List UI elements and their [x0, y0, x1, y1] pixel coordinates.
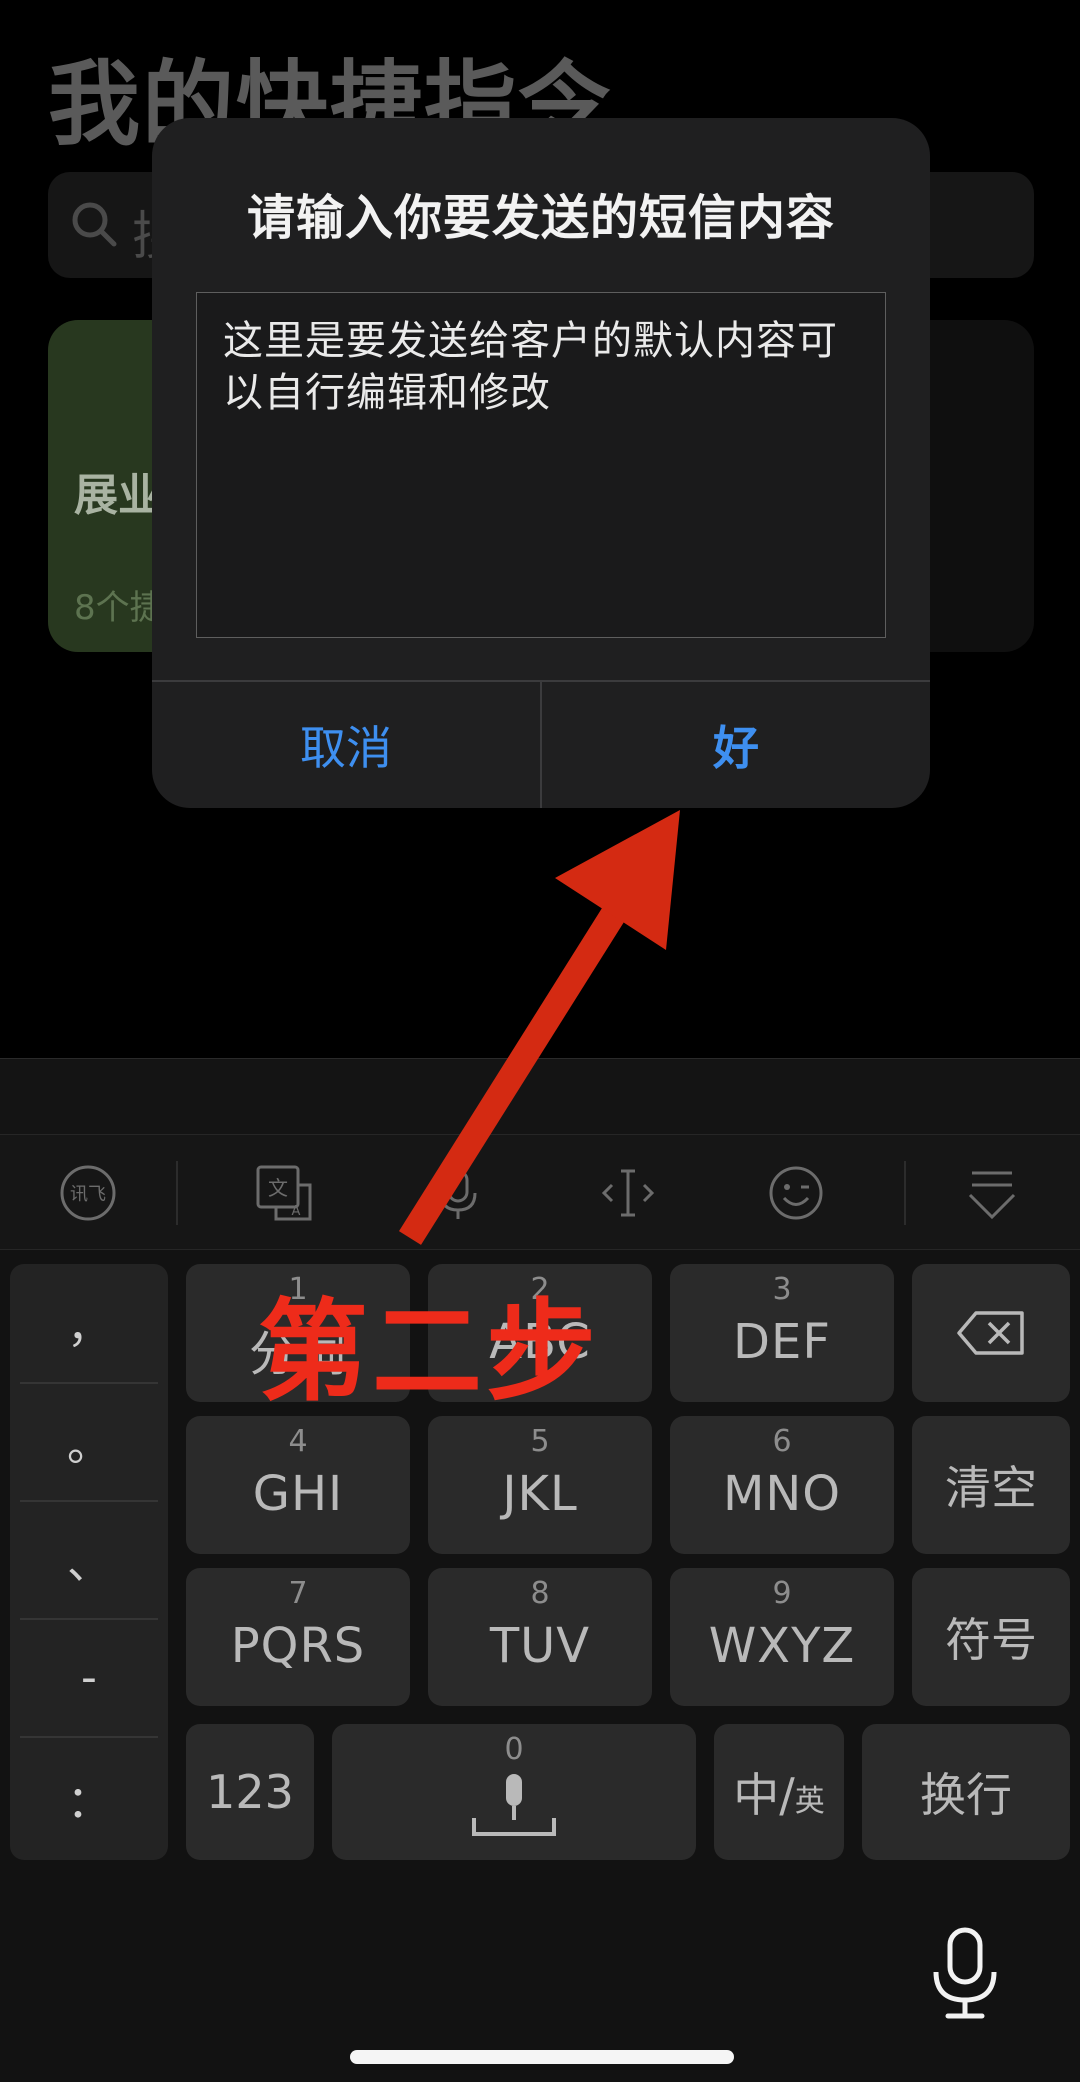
language-switch-key[interactable]: 中/英	[714, 1724, 844, 1860]
cancel-button[interactable]: 取消	[152, 681, 540, 808]
svg-text:A: A	[292, 1204, 301, 1219]
return-key-label: 换行	[920, 1768, 1012, 1822]
key-5[interactable]: 5 JKL	[428, 1416, 652, 1554]
key-number: 4	[288, 1424, 308, 1459]
return-key[interactable]: 换行	[862, 1724, 1070, 1860]
key-4[interactable]: 4 GHI	[186, 1416, 410, 1554]
language-switch-label: 中/英	[714, 1724, 844, 1860]
key-number: 5	[530, 1424, 550, 1459]
key-letters: DEF	[733, 1314, 831, 1370]
key-letters: JKL	[502, 1466, 578, 1522]
emoji-icon[interactable]	[766, 1163, 826, 1223]
svg-text:文: 文	[268, 1176, 288, 1200]
ok-button[interactable]: 好	[542, 681, 930, 808]
handwriting-icon[interactable]: 讯飞	[58, 1163, 118, 1223]
key-letters: PQRS	[230, 1618, 366, 1674]
punct-dash-key[interactable]: -	[10, 1618, 168, 1736]
key-number: 7	[288, 1576, 308, 1611]
cursor-move-icon[interactable]	[598, 1163, 658, 1223]
toolbar-separator	[176, 1161, 178, 1225]
space-key[interactable]: 0	[332, 1724, 696, 1860]
key-9[interactable]: 9 WXYZ	[670, 1568, 894, 1706]
shortcut-card-count: 8个捷	[74, 588, 164, 628]
key-number: 6	[772, 1424, 792, 1459]
numbers-key[interactable]: 123	[186, 1724, 314, 1860]
key-3[interactable]: 3 DEF	[670, 1264, 894, 1402]
punct-pause-key[interactable]: 、	[10, 1500, 168, 1618]
dialog-title: 请输入你要发送的短信内容	[246, 190, 835, 246]
microphone-icon[interactable]	[930, 1926, 1000, 2022]
punct-comma-key[interactable]: ，	[10, 1264, 168, 1382]
language-main: 中/	[733, 1768, 795, 1822]
key-letters: GHI	[252, 1466, 344, 1522]
symbols-key-label: 符号	[945, 1613, 1037, 1667]
step-annotation-label: 第二步	[258, 1288, 600, 1416]
language-sub: 英	[794, 1784, 825, 1819]
punct-colon-key[interactable]: ：	[10, 1736, 168, 1860]
search-icon	[72, 202, 117, 247]
key-letters: MNO	[722, 1466, 842, 1522]
voice-icon[interactable]	[428, 1163, 488, 1223]
translate-icon[interactable]: 文 A	[254, 1163, 314, 1223]
key-number: 3	[772, 1272, 792, 1307]
input-alert-dialog: 请输入你要发送的短信内容 这里是要发送给客户的默认内容可以自行编辑和修改 取消 …	[152, 118, 930, 808]
symbols-key[interactable]: 符号	[912, 1568, 1070, 1706]
key-letters: TUV	[489, 1618, 591, 1674]
message-textarea[interactable]: 这里是要发送给客户的默认内容可以自行编辑和修改	[196, 292, 886, 638]
key-7[interactable]: 7 PQRS	[186, 1568, 410, 1706]
svg-text:讯飞: 讯飞	[70, 1184, 106, 1205]
backspace-icon	[957, 1311, 1024, 1355]
key-letters: WXYZ	[708, 1618, 856, 1674]
keyboard-bottom-bar	[0, 1868, 1080, 2082]
toolbar-separator	[904, 1161, 906, 1225]
backspace-key[interactable]	[912, 1264, 1070, 1402]
numbers-key-label: 123	[206, 1765, 294, 1819]
keyboard-toolbar: 讯飞 文 A	[0, 1134, 1080, 1250]
key-number: 8	[530, 1576, 550, 1611]
clear-key[interactable]: 清空	[912, 1416, 1070, 1554]
key-6[interactable]: 6 MNO	[670, 1416, 894, 1554]
home-indicator[interactable]	[350, 2050, 734, 2064]
punct-period-key[interactable]: 。	[10, 1382, 168, 1500]
keyboard-accessory-bar	[0, 1058, 1080, 1134]
hide-keyboard-icon[interactable]	[962, 1163, 1022, 1223]
space-mic-icon	[472, 1774, 556, 1836]
punctuation-column: ， 。 、 - ：	[10, 1264, 168, 1860]
key-number: 0	[504, 1732, 524, 1767]
clear-key-label: 清空	[945, 1461, 1037, 1515]
key-8[interactable]: 8 TUV	[428, 1568, 652, 1706]
key-number: 9	[772, 1576, 792, 1611]
